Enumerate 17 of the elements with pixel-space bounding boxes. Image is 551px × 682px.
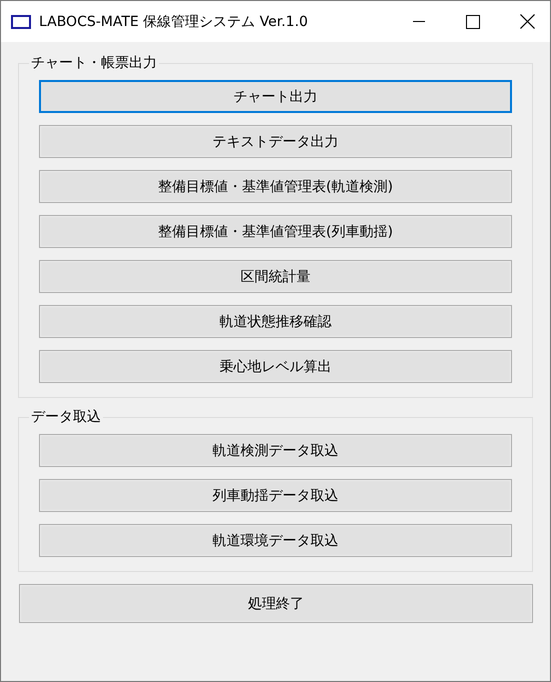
window-icon	[11, 14, 31, 28]
action-button[interactable]: テキストデータ出力	[39, 125, 512, 158]
action-button[interactable]: 軌道環境データ取込	[39, 524, 512, 557]
window-title: LABOCS-MATE 保線管理システム Ver.1.0	[39, 12, 309, 30]
group-title: チャート・帳票出力	[30, 54, 158, 72]
group-title: データ取込	[30, 408, 102, 426]
action-button[interactable]: チャート出力	[39, 80, 512, 113]
action-button[interactable]: 区間統計量	[39, 260, 512, 293]
exit-button[interactable]: 処理終了	[19, 584, 533, 623]
maximize-icon[interactable]	[466, 14, 480, 28]
action-button[interactable]: 軌道状態推移確認	[39, 305, 512, 338]
action-button[interactable]: 整備目標値・基準値管理表(軌道検測)	[39, 170, 512, 203]
action-button[interactable]: 乗心地レベル算出	[39, 350, 512, 383]
action-button[interactable]: 列車動揺データ取込	[39, 479, 512, 512]
action-button[interactable]: 整備目標値・基準値管理表(列車動揺)	[39, 215, 512, 248]
close-icon[interactable]	[520, 14, 534, 29]
action-button[interactable]: 軌道検測データ取込	[39, 434, 512, 467]
